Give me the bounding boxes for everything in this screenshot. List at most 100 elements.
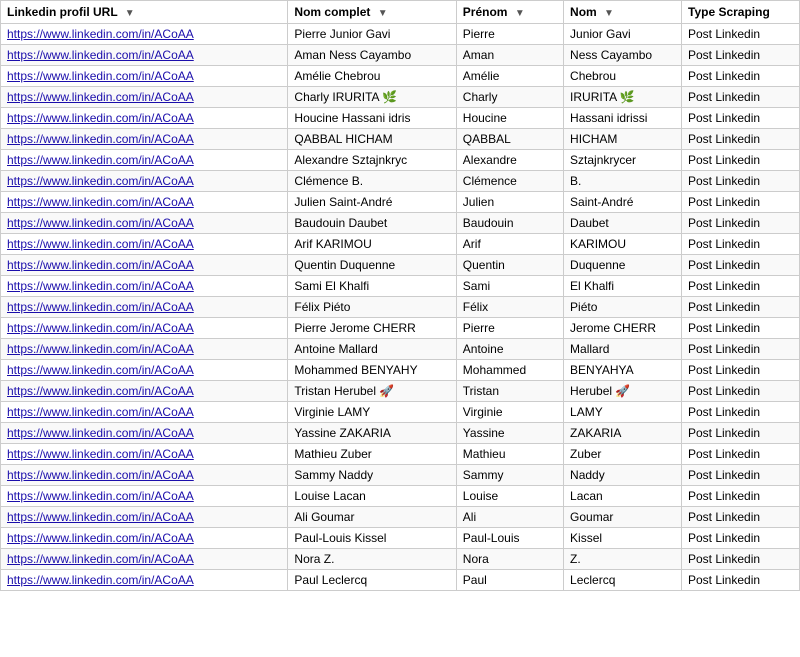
cell-url: https://www.linkedin.com/in/ACoAA bbox=[1, 297, 288, 318]
cell-url: https://www.linkedin.com/in/ACoAA bbox=[1, 45, 288, 66]
cell-url: https://www.linkedin.com/in/ACoAA bbox=[1, 339, 288, 360]
linkedin-url-link[interactable]: https://www.linkedin.com/in/ACoAA bbox=[7, 531, 194, 545]
cell-type-scraping: Post Linkedin bbox=[682, 24, 800, 45]
cell-nom-complet: Charly IRURITA 🌿 bbox=[288, 87, 456, 108]
linkedin-url-link[interactable]: https://www.linkedin.com/in/ACoAA bbox=[7, 153, 194, 167]
cell-nom: Kissel bbox=[564, 528, 682, 549]
table-row: https://www.linkedin.com/in/ACoAA Sami El… bbox=[1, 276, 800, 297]
table-row: https://www.linkedin.com/in/ACoAA QABBAL … bbox=[1, 129, 800, 150]
cell-nom: LAMY bbox=[564, 402, 682, 423]
cell-type-scraping: Post Linkedin bbox=[682, 486, 800, 507]
linkedin-url-link[interactable]: https://www.linkedin.com/in/ACoAA bbox=[7, 69, 194, 83]
linkedin-url-link[interactable]: https://www.linkedin.com/in/ACoAA bbox=[7, 258, 194, 272]
cell-nom: B. bbox=[564, 171, 682, 192]
cell-type-scraping: Post Linkedin bbox=[682, 402, 800, 423]
cell-prenom: Mathieu bbox=[456, 444, 563, 465]
cell-type-scraping: Post Linkedin bbox=[682, 108, 800, 129]
table-body: https://www.linkedin.com/in/ACoAA Pierre … bbox=[1, 24, 800, 591]
cell-nom: Duquenne bbox=[564, 255, 682, 276]
cell-type-scraping: Post Linkedin bbox=[682, 465, 800, 486]
cell-nom-complet: Mathieu Zuber bbox=[288, 444, 456, 465]
cell-url: https://www.linkedin.com/in/ACoAA bbox=[1, 276, 288, 297]
cell-nom: Mallard bbox=[564, 339, 682, 360]
table-row: https://www.linkedin.com/in/ACoAAMohamme… bbox=[1, 360, 800, 381]
cell-nom-complet: Nora Z. bbox=[288, 549, 456, 570]
cell-type-scraping: Post Linkedin bbox=[682, 549, 800, 570]
linkedin-url-link[interactable]: https://www.linkedin.com/in/ACoAA bbox=[7, 237, 194, 251]
linkedin-url-link[interactable]: https://www.linkedin.com/in/ACoAA bbox=[7, 552, 194, 566]
table-row: https://www.linkedin.com/in/ACoAATristan… bbox=[1, 381, 800, 402]
linkedin-url-link[interactable]: https://www.linkedin.com/in/ACoAA bbox=[7, 573, 194, 587]
data-table: Linkedin profil URL ▼ Nom complet ▼ Prén… bbox=[0, 0, 800, 591]
linkedin-url-link[interactable]: https://www.linkedin.com/in/ACoAA bbox=[7, 489, 194, 503]
linkedin-url-link[interactable]: https://www.linkedin.com/in/ACoAA bbox=[7, 405, 194, 419]
linkedin-url-link[interactable]: https://www.linkedin.com/in/ACoAA bbox=[7, 27, 194, 41]
cell-prenom: Aman bbox=[456, 45, 563, 66]
linkedin-url-link[interactable]: https://www.linkedin.com/in/ACoAA bbox=[7, 384, 194, 398]
filter-icon-url[interactable]: ▼ bbox=[125, 8, 135, 19]
cell-url: https://www.linkedin.com/in/ACoAA bbox=[1, 360, 288, 381]
filter-icon-prenom[interactable]: ▼ bbox=[515, 8, 525, 19]
cell-nom-complet: Virginie LAMY bbox=[288, 402, 456, 423]
linkedin-url-link[interactable]: https://www.linkedin.com/in/ACoAA bbox=[7, 321, 194, 335]
cell-nom-complet: QABBAL HICHAM bbox=[288, 129, 456, 150]
cell-prenom: Louise bbox=[456, 486, 563, 507]
table-row: https://www.linkedin.com/in/ACoAAAntoine… bbox=[1, 339, 800, 360]
filter-icon-nom-complet[interactable]: ▼ bbox=[378, 8, 388, 19]
linkedin-url-link[interactable]: https://www.linkedin.com/in/ACoAA bbox=[7, 90, 194, 104]
cell-url: https://www.linkedin.com/in/ACoAA bbox=[1, 129, 288, 150]
filter-icon-nom[interactable]: ▼ bbox=[604, 8, 614, 19]
linkedin-url-link[interactable]: https://www.linkedin.com/in/ACoAA bbox=[7, 132, 194, 146]
cell-nom-complet: Quentin Duquenne bbox=[288, 255, 456, 276]
table-row: https://www.linkedin.com/in/ACoAAFélix P… bbox=[1, 297, 800, 318]
linkedin-url-link[interactable]: https://www.linkedin.com/in/ACoAA bbox=[7, 48, 194, 62]
cell-type-scraping: Post Linkedin bbox=[682, 234, 800, 255]
table-row: https://www.linkedin.com/in/ACoAA Pierre … bbox=[1, 318, 800, 339]
cell-url: https://www.linkedin.com/in/ACoAA bbox=[1, 486, 288, 507]
cell-url: https://www.linkedin.com/in/ACoAA bbox=[1, 66, 288, 87]
cell-nom: Junior Gavi bbox=[564, 24, 682, 45]
cell-type-scraping: Post Linkedin bbox=[682, 150, 800, 171]
table-row: https://www.linkedin.com/in/ACoAAPierre … bbox=[1, 24, 800, 45]
cell-type-scraping: Post Linkedin bbox=[682, 339, 800, 360]
linkedin-url-link[interactable]: https://www.linkedin.com/in/ACoAA bbox=[7, 111, 194, 125]
table-row: https://www.linkedin.com/in/ACoAAHoucine… bbox=[1, 108, 800, 129]
linkedin-url-link[interactable]: https://www.linkedin.com/in/ACoAA bbox=[7, 216, 194, 230]
cell-url: https://www.linkedin.com/in/ACoAA bbox=[1, 528, 288, 549]
cell-type-scraping: Post Linkedin bbox=[682, 423, 800, 444]
cell-url: https://www.linkedin.com/in/ACoAA bbox=[1, 381, 288, 402]
cell-type-scraping: Post Linkedin bbox=[682, 45, 800, 66]
header-linkedin-url-label: Linkedin profil URL bbox=[7, 5, 117, 19]
linkedin-url-link[interactable]: https://www.linkedin.com/in/ACoAA bbox=[7, 174, 194, 188]
linkedin-url-link[interactable]: https://www.linkedin.com/in/ACoAA bbox=[7, 510, 194, 524]
cell-prenom: Arif bbox=[456, 234, 563, 255]
cell-nom-complet: Pierre Jerome CHERR bbox=[288, 318, 456, 339]
cell-nom: Daubet bbox=[564, 213, 682, 234]
linkedin-url-link[interactable]: https://www.linkedin.com/in/ACoAA bbox=[7, 300, 194, 314]
cell-url: https://www.linkedin.com/in/ACoAA bbox=[1, 402, 288, 423]
linkedin-url-link[interactable]: https://www.linkedin.com/in/ACoAA bbox=[7, 447, 194, 461]
cell-nom-complet: Alexandre Sztajnkryc bbox=[288, 150, 456, 171]
table-row: https://www.linkedin.com/in/ACoAAAman Ne… bbox=[1, 45, 800, 66]
table-row: https://www.linkedin.com/in/ACoAAAmélie … bbox=[1, 66, 800, 87]
cell-nom: Hassani idrissi bbox=[564, 108, 682, 129]
linkedin-url-link[interactable]: https://www.linkedin.com/in/ACoAA bbox=[7, 363, 194, 377]
cell-nom-complet: Sami El Khalfi bbox=[288, 276, 456, 297]
linkedin-url-link[interactable]: https://www.linkedin.com/in/ACoAA bbox=[7, 279, 194, 293]
linkedin-url-link[interactable]: https://www.linkedin.com/in/ACoAA bbox=[7, 468, 194, 482]
cell-type-scraping: Post Linkedin bbox=[682, 360, 800, 381]
linkedin-url-link[interactable]: https://www.linkedin.com/in/ACoAA bbox=[7, 342, 194, 356]
cell-url: https://www.linkedin.com/in/ACoAA bbox=[1, 549, 288, 570]
linkedin-url-link[interactable]: https://www.linkedin.com/in/ACoAA bbox=[7, 195, 194, 209]
cell-prenom: Félix bbox=[456, 297, 563, 318]
table-row: https://www.linkedin.com/in/ACoAA Nora Z.… bbox=[1, 549, 800, 570]
cell-url: https://www.linkedin.com/in/ACoAA bbox=[1, 150, 288, 171]
header-prenom: Prénom ▼ bbox=[456, 1, 563, 24]
cell-prenom: Julien bbox=[456, 192, 563, 213]
cell-prenom: Baudouin bbox=[456, 213, 563, 234]
linkedin-url-link[interactable]: https://www.linkedin.com/in/ACoAA bbox=[7, 426, 194, 440]
cell-type-scraping: Post Linkedin bbox=[682, 213, 800, 234]
table-row: https://www.linkedin.com/in/ACoAA Charly … bbox=[1, 87, 800, 108]
header-nom-complet-label: Nom complet bbox=[294, 5, 370, 19]
cell-prenom: Nora bbox=[456, 549, 563, 570]
